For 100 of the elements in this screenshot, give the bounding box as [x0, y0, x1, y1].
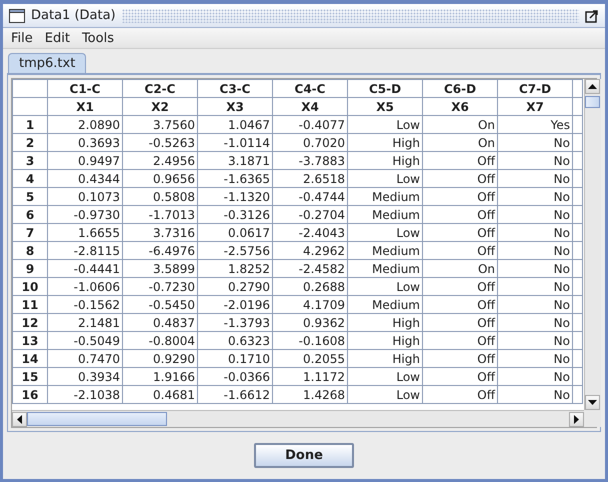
- menu-item[interactable]: Edit: [40, 30, 74, 46]
- table-cell: Off: [422, 170, 498, 188]
- column-header[interactable]: C2-C: [122, 80, 198, 98]
- table-cell: Low: [348, 116, 422, 134]
- table-cell: -1.7013: [122, 206, 198, 224]
- table-cell: 2.6518: [272, 170, 348, 188]
- row-header: 13: [12, 332, 48, 350]
- table-cell: -0.4077: [272, 116, 348, 134]
- table-cell: Off: [422, 296, 498, 314]
- row-header: 3: [12, 152, 48, 170]
- table-cell: Medium: [348, 296, 422, 314]
- table-cell: 1.4268: [272, 386, 348, 404]
- table-cell: No: [498, 170, 572, 188]
- table-cell: Low: [348, 278, 422, 296]
- table-cell: -1.1320: [198, 188, 272, 206]
- table-cell: 3.7316: [122, 224, 198, 242]
- table-cell: 0.2790: [198, 278, 272, 296]
- table-cell: 4.1709: [272, 296, 348, 314]
- scroll-thumb[interactable]: [585, 96, 600, 108]
- tab[interactable]: tmp6.txt: [8, 53, 86, 73]
- table-cell: 0.4681: [122, 386, 198, 404]
- left-arrow-icon[interactable]: [17, 414, 22, 424]
- done-button[interactable]: Done: [254, 443, 354, 468]
- vertical-scrollbar[interactable]: [584, 79, 601, 410]
- table-cell: -0.9730: [48, 206, 122, 224]
- table-cell: -0.8004: [122, 332, 198, 350]
- table-cell: 0.7020: [272, 134, 348, 152]
- table-cell: 1.0467: [198, 116, 272, 134]
- column-header[interactable]: C4-C: [272, 80, 348, 98]
- table-cell: 0.6323: [198, 332, 272, 350]
- column-header[interactable]: C3-C: [198, 80, 272, 98]
- table-cell: -2.0196: [198, 296, 272, 314]
- table-cell: -1.6612: [198, 386, 272, 404]
- table-cell: No: [498, 260, 572, 278]
- table-cell: 0.9497: [48, 152, 122, 170]
- row-header: 4: [12, 170, 48, 188]
- table-cell: -6.4976: [122, 242, 198, 260]
- column-header[interactable]: X3: [198, 98, 272, 116]
- column-header[interactable]: X1: [48, 98, 122, 116]
- table-cell: 2.0890: [48, 116, 122, 134]
- column-header[interactable]: X4: [272, 98, 348, 116]
- table-cell: Low: [348, 386, 422, 404]
- column-header[interactable]: X5: [348, 98, 422, 116]
- table-cell: Off: [422, 206, 498, 224]
- window-icon: [9, 8, 25, 22]
- menu-item[interactable]: Tools: [78, 30, 118, 46]
- table-cell: Medium: [348, 206, 422, 224]
- table-cell: 0.9362: [272, 314, 348, 332]
- row-header: 8: [12, 242, 48, 260]
- column-header[interactable]: C5-D: [348, 80, 422, 98]
- right-arrow-icon[interactable]: [574, 414, 579, 424]
- table-cell: -2.1038: [48, 386, 122, 404]
- column-header[interactable]: C1-C: [48, 80, 122, 98]
- column-header[interactable]: X7: [498, 98, 572, 116]
- table-cell: -1.6365: [198, 170, 272, 188]
- table-cell: Medium: [348, 242, 422, 260]
- table-cell: On: [422, 116, 498, 134]
- column-header[interactable]: X6: [422, 98, 498, 116]
- table-cell: 0.1073: [48, 188, 122, 206]
- table-cell: High: [348, 152, 422, 170]
- down-arrow-icon[interactable]: [588, 400, 597, 405]
- column-header[interactable]: X2: [122, 98, 198, 116]
- table-cell: Low: [348, 170, 422, 188]
- column-header[interactable]: C7-D: [498, 80, 572, 98]
- maximize-icon[interactable]: [585, 8, 599, 22]
- row-header: 5: [12, 188, 48, 206]
- table-cell: No: [498, 152, 572, 170]
- table-cell: -0.7230: [122, 278, 198, 296]
- horizontal-scrollbar[interactable]: [12, 410, 584, 427]
- table-cell: 0.1710: [198, 350, 272, 368]
- table-cell: 0.4837: [122, 314, 198, 332]
- table-cell: -1.3793: [198, 314, 272, 332]
- scroll-thumb[interactable]: [27, 412, 167, 426]
- table-cell: -0.5049: [48, 332, 122, 350]
- row-header: 2: [12, 134, 48, 152]
- table-cell: Medium: [348, 188, 422, 206]
- table-cell: No: [498, 206, 572, 224]
- column-header[interactable]: C6-D: [422, 80, 498, 98]
- window-title: Data1 (Data): [31, 8, 116, 23]
- table-cell: -0.2704: [272, 206, 348, 224]
- menu-item[interactable]: File: [7, 30, 37, 46]
- row-header: 1: [12, 116, 48, 134]
- table-cell: 0.5808: [122, 188, 198, 206]
- table-cell: 0.9656: [122, 170, 198, 188]
- table-cell: 4.2962: [272, 242, 348, 260]
- table-cell: -2.8115: [48, 242, 122, 260]
- up-arrow-icon[interactable]: [588, 84, 597, 89]
- table-cell: High: [348, 350, 422, 368]
- table-cell: 3.5899: [122, 260, 198, 278]
- table-cell: 0.0617: [198, 224, 272, 242]
- table-cell: 0.2055: [272, 350, 348, 368]
- table-cell: No: [498, 188, 572, 206]
- table-cell: -0.4441: [48, 260, 122, 278]
- row-header: 14: [12, 350, 48, 368]
- table-cell: -2.4043: [272, 224, 348, 242]
- table-cell: No: [498, 350, 572, 368]
- table-cell: Off: [422, 386, 498, 404]
- table-cell: 2.1481: [48, 314, 122, 332]
- row-header: 10: [12, 278, 48, 296]
- table-cell: 1.1172: [272, 368, 348, 386]
